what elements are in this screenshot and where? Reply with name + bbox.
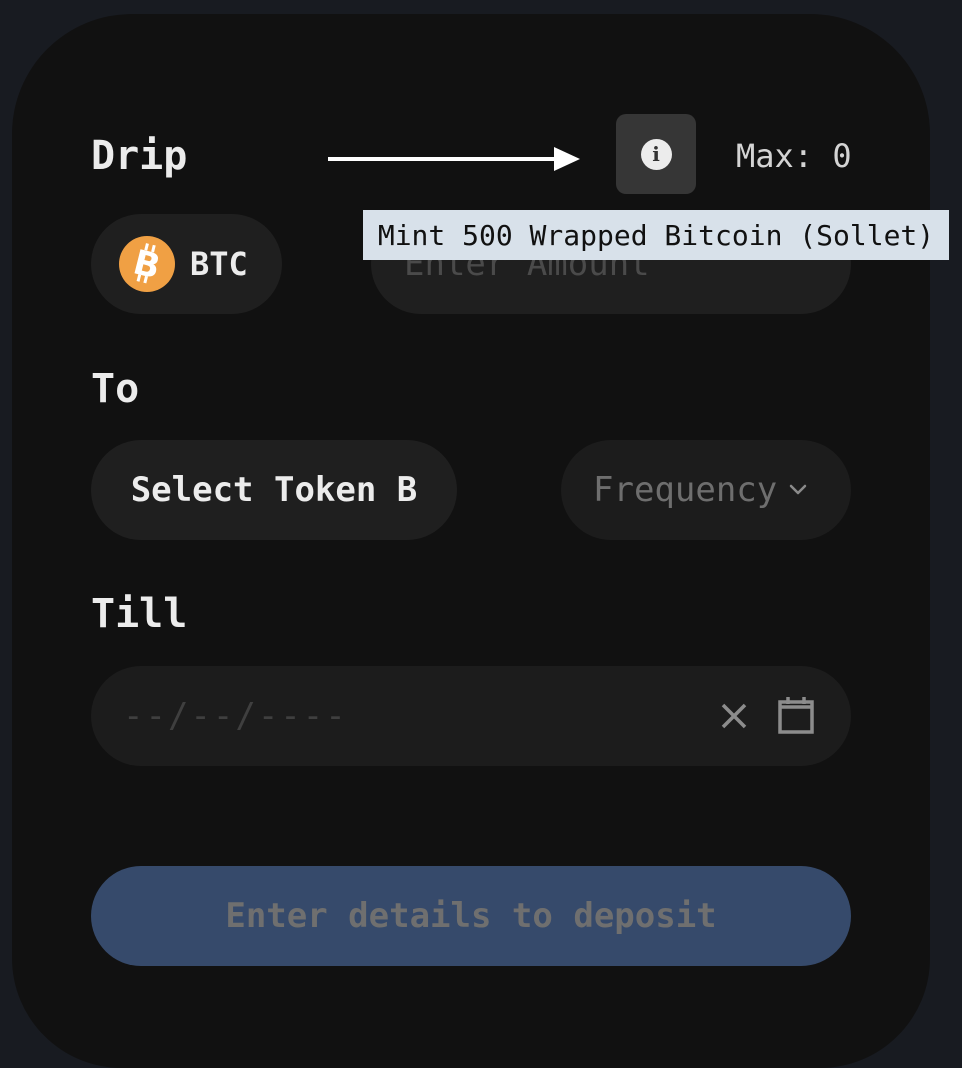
arrow-right-icon <box>328 147 580 171</box>
end-date-placeholder: --/--/---- <box>123 696 348 736</box>
info-icon: i <box>640 138 672 170</box>
source-token-button[interactable]: B BTC <box>91 214 282 314</box>
bitcoin-icon: B <box>119 236 175 292</box>
drip-label: Drip <box>91 133 188 179</box>
select-target-token-button[interactable]: Select Token B <box>91 440 457 540</box>
select-target-token-label: Select Token B <box>130 470 418 510</box>
close-icon <box>721 703 747 729</box>
deposit-button[interactable]: Enter details to deposit <box>91 866 851 966</box>
clear-date-button[interactable] <box>718 700 750 732</box>
max-balance: Max: 0 <box>736 137 852 175</box>
till-label: Till <box>91 591 188 637</box>
calendar-button[interactable] <box>778 696 814 734</box>
info-button[interactable]: i <box>616 114 696 194</box>
frequency-select[interactable]: Frequency <box>561 440 851 540</box>
to-label: To <box>91 366 140 412</box>
frequency-placeholder: Frequency <box>593 470 778 510</box>
calendar-icon <box>778 697 814 734</box>
chevron-down-icon <box>789 484 807 496</box>
info-tooltip: Mint 500 Wrapped Bitcoin (Sollet) <box>363 210 949 260</box>
source-token-symbol: BTC <box>190 245 248 283</box>
